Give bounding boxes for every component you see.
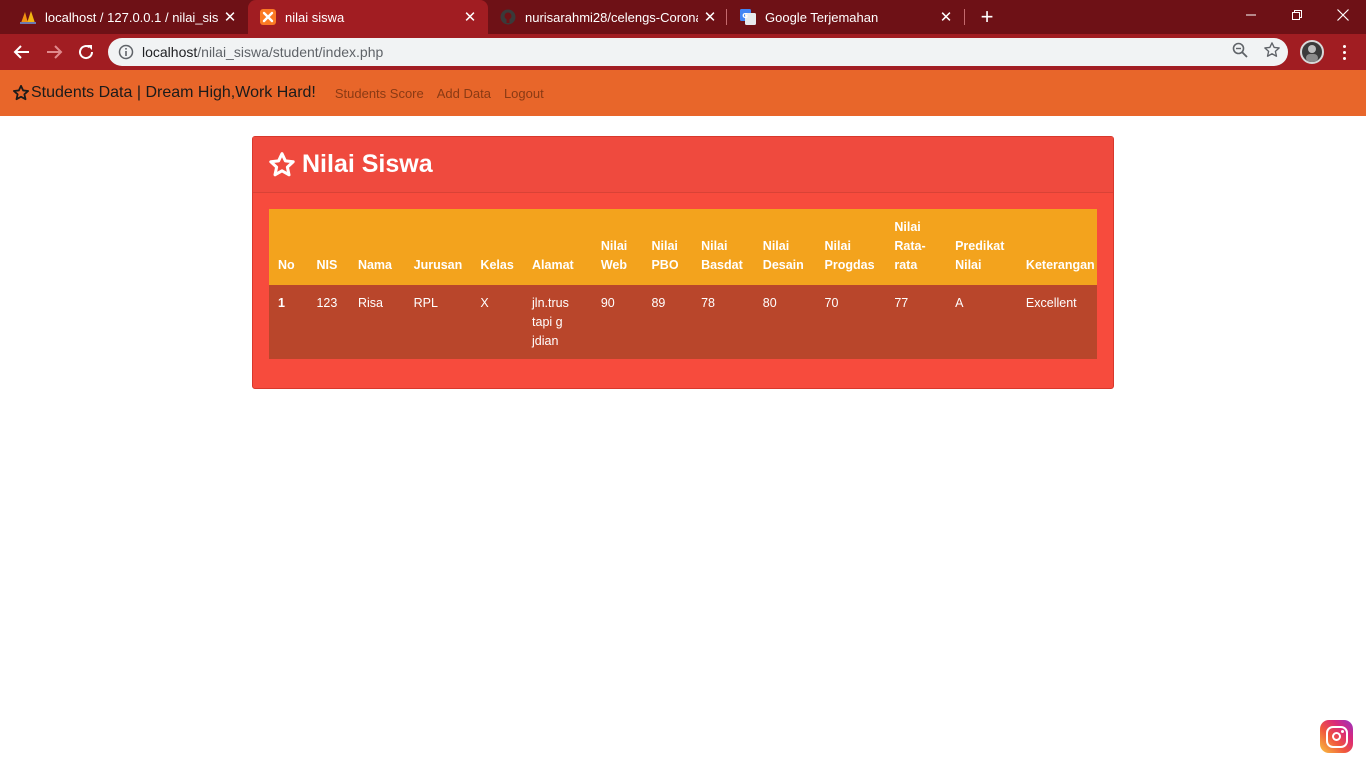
url-path: /nilai_siswa/student/index.php xyxy=(197,44,384,60)
info-icon[interactable] xyxy=(118,44,134,60)
col-nilai-progdas: Nilai Progdas xyxy=(824,239,875,272)
col-keterangan: Keterangan xyxy=(1025,258,1095,272)
col-nilai-basdat: Nilai Basdat xyxy=(701,239,743,272)
scores-table: No NIS Nama Jurusan Kelas Alamat Nilai W… xyxy=(269,209,1097,359)
table-header-row: No NIS Nama Jurusan Kelas Alamat Nilai W… xyxy=(269,209,1097,285)
col-jurusan: Jurusan xyxy=(413,258,463,272)
cell-nilai-pbo: 89 xyxy=(651,296,666,310)
close-tab-icon[interactable]: ✕ xyxy=(218,5,242,29)
star-icon xyxy=(12,84,30,101)
tab-google-translate[interactable]: G Google Terjemahan ✕ xyxy=(728,0,964,34)
cell-nama: Risa xyxy=(357,296,383,310)
forward-button[interactable] xyxy=(40,38,68,66)
svg-text:G: G xyxy=(742,12,748,20)
cell-alamat: jln.trus tapi g jdian xyxy=(532,296,569,348)
star-icon xyxy=(269,151,295,176)
tab-title: localhost / 127.0.0.1 / nilai_siswa xyxy=(45,9,218,25)
github-icon xyxy=(500,9,516,25)
col-nilai-pbo: Nilai PBO xyxy=(651,239,679,272)
scores-panel: Nilai Siswa No NIS Nama Jurusan Kelas Al… xyxy=(252,136,1114,389)
url-host: localhost xyxy=(142,44,198,60)
tab-nilai-siswa[interactable]: nilai siswa ✕ xyxy=(248,0,488,34)
tab-title: Google Terjemahan xyxy=(765,9,879,25)
instagram-icon[interactable] xyxy=(1320,720,1353,753)
cell-no: 1 xyxy=(278,296,285,310)
cell-nilai-rata-rata: 77 xyxy=(894,296,909,310)
zoom-icon[interactable] xyxy=(1230,40,1250,60)
browser-toolbar: localhost/nilai_siswa/student/index.php xyxy=(0,34,1366,70)
col-predikat-nilai: Predikat Nilai xyxy=(955,239,1005,272)
cell-nilai-desain: 80 xyxy=(762,296,777,310)
close-tab-icon[interactable]: ✕ xyxy=(934,5,958,29)
panel-title: Nilai Siswa xyxy=(302,150,433,178)
navbar-brand[interactable]: Students Data | Dream High,Work Hard! xyxy=(12,84,316,102)
brand-text: Students Data | Dream High,Work Hard! xyxy=(31,84,316,101)
nav-link-students-score[interactable]: Students Score xyxy=(335,86,424,101)
phpmyadmin-icon xyxy=(20,9,36,25)
cell-kelas: X xyxy=(480,296,489,310)
reload-button[interactable] xyxy=(72,38,100,66)
col-kelas: Kelas xyxy=(480,258,514,272)
profile-avatar[interactable] xyxy=(1300,40,1324,64)
google-translate-icon: G xyxy=(740,9,756,25)
browser-menu-icon[interactable] xyxy=(1336,42,1352,62)
minimize-button[interactable] xyxy=(1228,0,1274,30)
close-tab-icon[interactable]: ✕ xyxy=(458,5,482,29)
xampp-icon xyxy=(260,9,276,25)
address-bar[interactable]: localhost/nilai_siswa/student/index.php xyxy=(108,38,1288,66)
url-text: localhost/nilai_siswa/student/index.php xyxy=(142,44,383,60)
panel-heading: Nilai Siswa xyxy=(253,137,1113,193)
browser-tab-strip: localhost / 127.0.0.1 / nilai_siswa ✕ ni… xyxy=(0,0,1366,34)
table-row: 1 123 Risa RPL X jln.trus tapi g jdian 9… xyxy=(269,285,1097,359)
cell-nilai-basdat: 78 xyxy=(701,296,715,310)
close-window-button[interactable] xyxy=(1320,0,1366,30)
back-button[interactable] xyxy=(8,38,36,66)
cell-nis: 123 xyxy=(316,296,338,310)
reload-icon xyxy=(79,45,94,60)
col-nilai-rata-rata: Nilai Rata-rata xyxy=(894,220,926,272)
forward-arrow-icon xyxy=(47,45,63,59)
col-nama: Nama xyxy=(357,258,392,272)
restore-button[interactable] xyxy=(1274,0,1320,30)
close-tab-icon[interactable]: ✕ xyxy=(698,5,722,29)
cell-nilai-web: 90 xyxy=(600,296,615,310)
nav-link-logout[interactable]: Logout xyxy=(504,86,544,101)
bookmark-star-icon[interactable] xyxy=(1262,40,1282,60)
col-alamat: Alamat xyxy=(532,258,574,272)
new-tab-button[interactable]: + xyxy=(975,4,999,29)
site-navbar: Students Data | Dream High,Work Hard! St… xyxy=(0,70,1366,116)
cell-jurusan: RPL xyxy=(413,296,438,310)
col-nilai-desain: Nilai Desain xyxy=(762,239,804,272)
cell-nilai-progdas: 70 xyxy=(824,296,839,310)
tab-title: nurisarahmi28/celengs-Corona-g xyxy=(525,9,698,25)
tab-phpmyadmin[interactable]: localhost / 127.0.0.1 / nilai_siswa ✕ xyxy=(8,0,248,34)
nav-link-add-data[interactable]: Add Data xyxy=(437,86,491,101)
cell-predikat-nilai: A xyxy=(955,296,964,310)
col-no: No xyxy=(278,258,295,272)
col-nilai-web: Nilai Web xyxy=(600,239,628,272)
cell-keterangan: Excellent xyxy=(1025,296,1077,310)
back-arrow-icon xyxy=(13,45,29,59)
tab-separator xyxy=(964,9,965,25)
tab-github[interactable]: nurisarahmi28/celengs-Corona-g ✕ xyxy=(488,0,728,34)
tab-title: nilai siswa xyxy=(285,9,345,25)
tab-separator xyxy=(726,9,727,25)
col-nis: NIS xyxy=(316,258,338,272)
